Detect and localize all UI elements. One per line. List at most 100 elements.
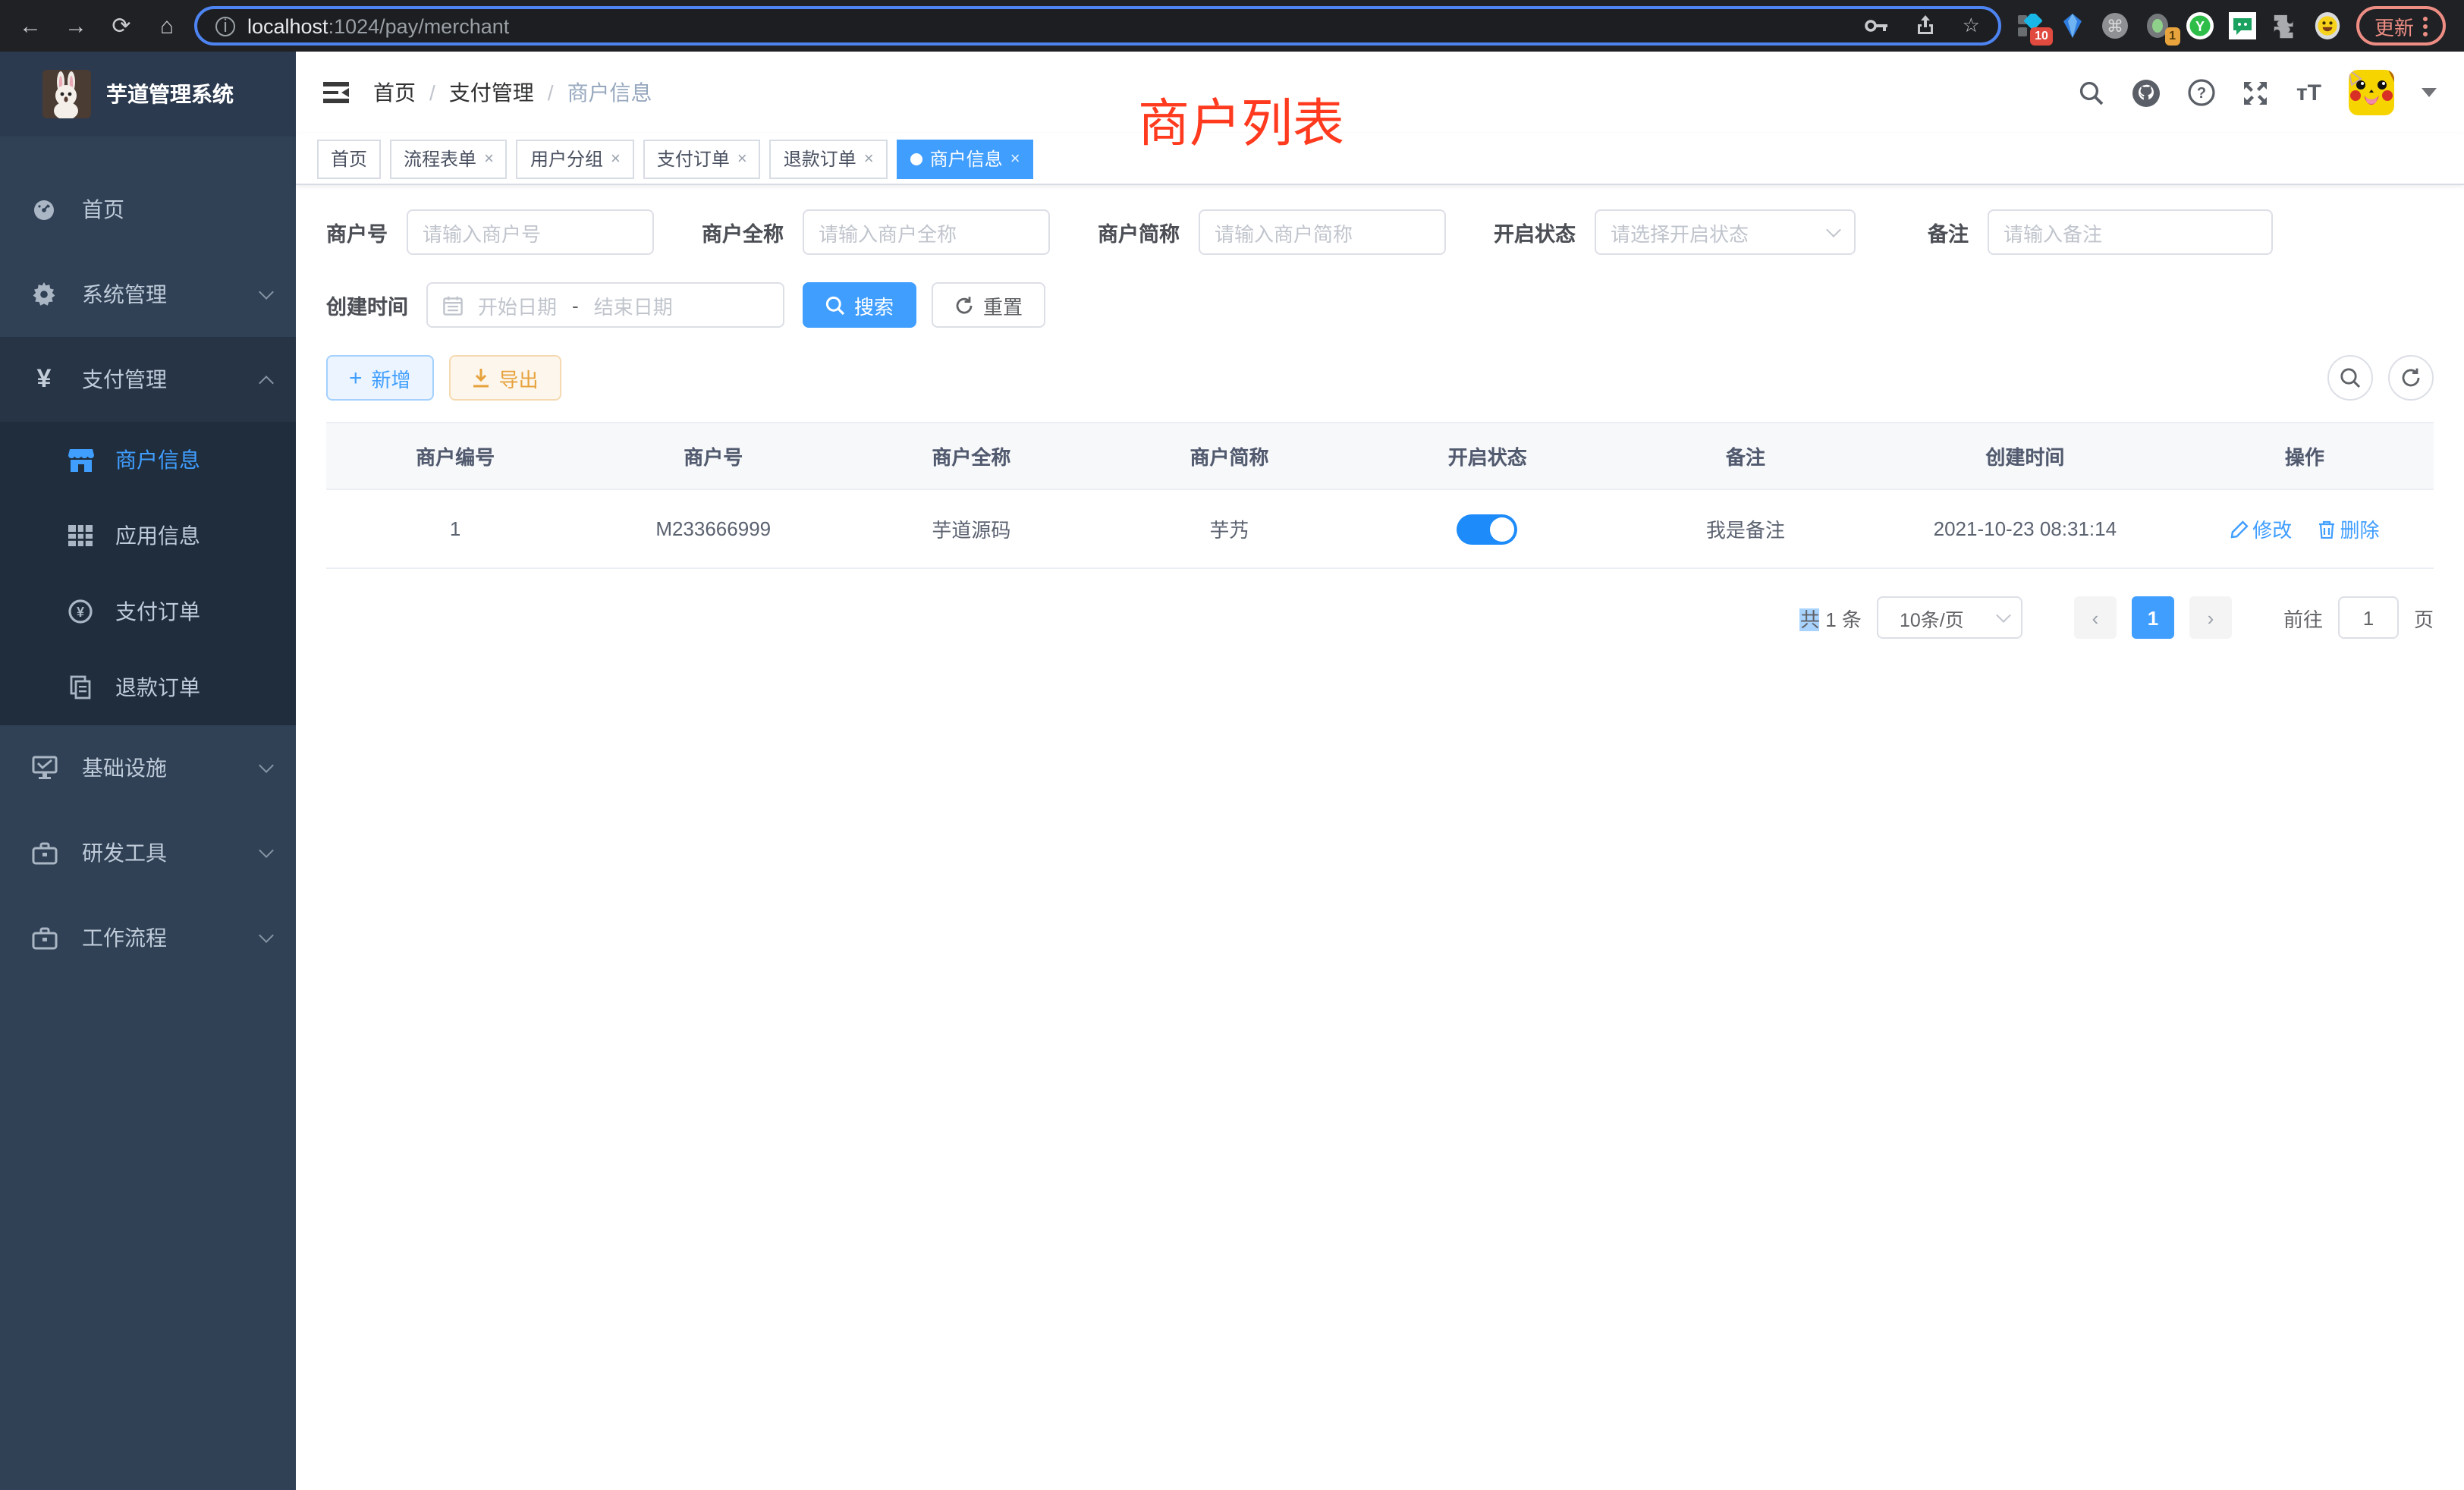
remark-input[interactable]: 请输入备注 [1987,209,2272,255]
edit-link[interactable]: 修改 [2230,514,2292,543]
sidebar-item-home[interactable]: 首页 [0,167,296,252]
tab-process-form[interactable]: 流程表单 × [390,139,508,178]
breadcrumb-home[interactable]: 首页 [373,77,416,108]
close-icon[interactable]: × [611,149,621,168]
filter-row-1: 商户号 请输入商户号 商户全称 请输入商户全称 商户简称 请输入商户简称 开启状… [326,209,2434,255]
reload-icon[interactable]: ⟳ [103,8,140,44]
placeholder-text: 请输入备注 [2004,218,2102,247]
sidebar-item-app-info[interactable]: 应用信息 [0,498,296,574]
close-icon[interactable]: × [864,149,874,168]
avatar-caret-icon[interactable] [2422,88,2437,105]
short-name-input[interactable]: 请输入商户简称 [1198,209,1445,255]
sidebar-item-merchant-info[interactable]: 商户信息 [0,422,296,498]
close-icon[interactable]: × [484,149,494,168]
tab-pay-order[interactable]: 支付订单× [643,139,761,178]
col-status: 开启状态 [1359,423,1617,489]
sidebar-item-label: 支付订单 [115,596,200,627]
active-dot [910,152,922,165]
create-time-range-input[interactable]: 开始日期 - 结束日期 [426,282,784,328]
app-logo-row[interactable]: 芋道管理系统 [0,52,296,137]
password-key-icon[interactable] [1865,18,1890,33]
add-button[interactable]: + 新增 [326,355,434,401]
pagination: 共 1 条 10条/页 ‹ 1 › 前往 1 页 [326,596,2434,639]
app-logo-rabbit [42,70,91,118]
reset-button[interactable]: 重置 [932,282,1045,328]
search-icon[interactable] [2079,80,2105,105]
tab-refund-order[interactable]: 退款订单× [770,139,888,178]
extension-chat-icon[interactable] [2229,12,2256,39]
pagination-total: 共 1 条 [1800,603,1862,632]
svg-text:Y: Y [2195,19,2205,34]
delete-link[interactable]: 删除 [2319,514,2380,543]
extension-gem-icon[interactable] [2059,12,2086,39]
back-icon[interactable]: ← [12,8,49,44]
screen: ← → ⟳ ⌂ i localhost:1024/pay/merchant ☆ … [0,0,2464,1490]
refresh-button[interactable] [2388,355,2434,401]
goto-label: 前往 [2283,603,2323,632]
extension-grid-icon[interactable]: 10 [2016,12,2044,39]
font-size-icon[interactable]: ᴛT [2296,80,2321,105]
merchant-no-label: 商户号 [326,217,388,247]
full-name-input[interactable]: 请输入商户全称 [802,209,1049,255]
chevron-down-icon [259,758,274,773]
profile-avatar-icon[interactable] [2314,12,2341,39]
extension-yudao-icon[interactable]: Y [2186,12,2214,39]
help-icon[interactable]: ? [2189,79,2216,106]
dashboard-gauge-icon [30,197,58,222]
cell-create-time: 2021-10-23 08:31:14 [1875,489,2176,568]
goto-suffix: 页 [2414,603,2434,632]
close-icon[interactable]: × [737,149,747,168]
url-text[interactable]: localhost:1024/pay/merchant [247,14,1838,37]
breadcrumb: 首页 / 支付管理 / 商户信息 [373,77,652,108]
extensions-puzzle-icon[interactable] [2271,12,2299,39]
forward-icon[interactable]: → [58,8,94,44]
export-button[interactable]: 导出 [449,355,561,401]
site-info-icon[interactable]: i [215,16,235,36]
github-icon[interactable] [2132,78,2161,107]
chrome-update-button[interactable]: 更新 [2356,6,2446,46]
reset-button-label: 重置 [983,291,1023,319]
breadcrumb-pay[interactable]: 支付管理 [449,77,534,108]
table-tools [2327,355,2434,401]
fullscreen-icon[interactable] [2243,80,2269,105]
toolbox-icon [30,841,58,864]
cell-actions: 修改 删除 [2176,489,2434,568]
tab-merchant-info[interactable]: 商户信息× [897,139,1034,178]
sidebar-item-pay[interactable]: ¥ 支付管理 [0,337,296,422]
page-1-button[interactable]: 1 [2132,596,2174,639]
address-bar[interactable]: i localhost:1024/pay/merchant ☆ [194,6,2001,46]
prev-page-button[interactable]: ‹ [2074,596,2117,639]
home-icon[interactable]: ⌂ [149,8,185,44]
sidebar-item-workflow[interactable]: 工作流程 [0,895,296,980]
close-icon[interactable]: × [1010,149,1020,168]
page-size-select[interactable]: 10条/页 [1877,596,2022,639]
show-search-toggle-button[interactable] [2327,355,2373,401]
sidebar-fold-icon[interactable] [323,83,349,103]
search-button[interactable]: 搜索 [803,282,916,328]
sidebar-item-refund-order[interactable]: 退款订单 [0,649,296,725]
share-icon[interactable] [1917,15,1935,36]
sidebar-item-pay-order[interactable]: ¥ 支付订单 [0,574,296,649]
sidebar-item-dev-tools[interactable]: 研发工具 [0,810,296,895]
status-toggle[interactable] [1457,514,1518,544]
extension-badge: 1 [2164,27,2180,46]
extensions-row: 10 ⌘ 1 Y 更新 [2010,6,2452,46]
tab-home[interactable]: 首页 [317,139,381,178]
merchant-table: 商户编号 商户号 商户全称 商户简称 开启状态 备注 创建时间 操作 1 [326,422,2434,569]
status-select[interactable]: 请选择开启状态 [1594,209,1855,255]
chevron-down-icon [259,284,274,300]
goto-page-input[interactable]: 1 [2338,596,2399,639]
merchant-no-input[interactable]: 请输入商户号 [406,209,653,255]
tab-label: 流程表单 [404,146,476,171]
sidebar-item-system[interactable]: 系统管理 [0,252,296,337]
user-avatar-pikachu[interactable] [2349,70,2394,115]
sidebar-item-infra[interactable]: 基础设施 [0,725,296,810]
next-page-button[interactable]: › [2189,596,2232,639]
browser-menu-icon[interactable] [2423,16,2428,36]
extension-command-icon[interactable]: ⌘ [2101,12,2129,39]
tab-user-group[interactable]: 用户分组× [517,139,634,178]
placeholder-text: 请输入商户全称 [819,218,957,247]
extension-recorder-icon[interactable]: 1 [2144,12,2171,39]
bookmark-star-icon[interactable]: ☆ [1963,14,1980,38]
cell-merchant-no: M233666999 [584,489,842,568]
